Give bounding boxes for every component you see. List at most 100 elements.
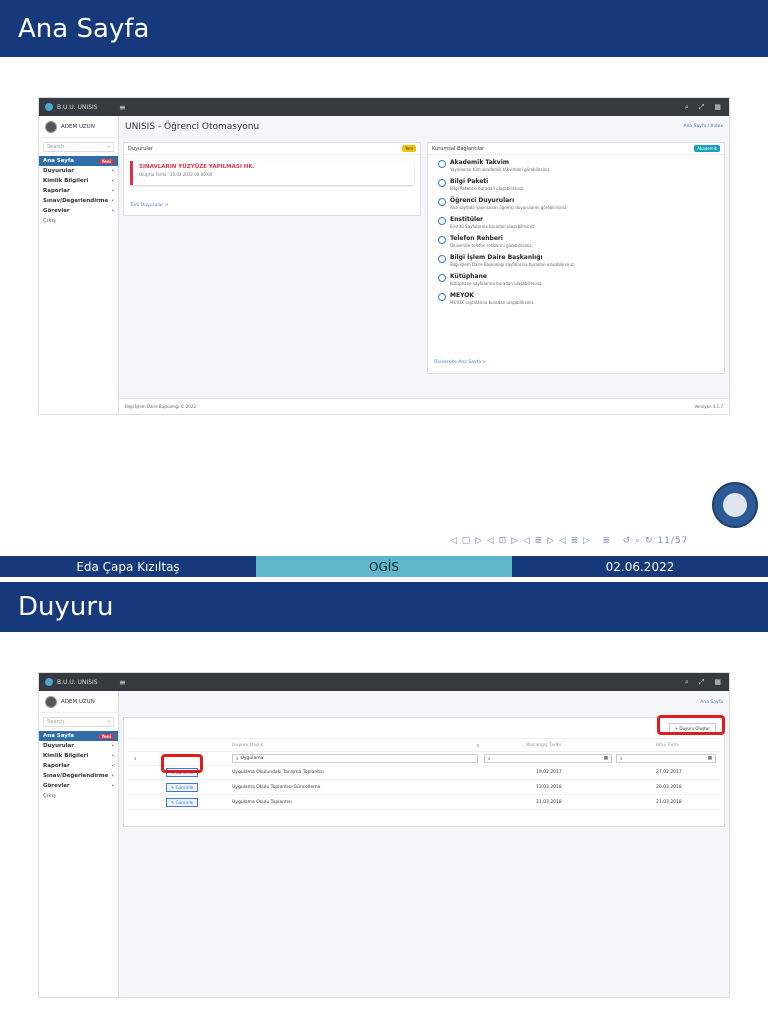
link-title: Telefon Rehberi	[450, 235, 503, 242]
top-navbar: B.U.U. UNISIS ≡ ⌕ ⤢ ▦	[39, 673, 729, 691]
search-icon[interactable]: ⌕	[685, 103, 689, 112]
corporate-link-item[interactable]: Bilgi İşlem Daire Başkanlığı Bilgi İşlem …	[428, 250, 724, 269]
brand[interactable]: B.U.U. UNISIS	[39, 678, 119, 686]
sidebar-item-logout[interactable]: Çıkış	[39, 216, 118, 226]
all-announcements-link[interactable]: Tüm Duyurular >	[130, 203, 168, 208]
chevron-icon: ‹	[111, 168, 114, 174]
announcement-title-cell: Uygulama Okulu Toplantısı	[232, 800, 292, 805]
sidebar-item-home[interactable]: Ana Sayfa Yeni	[39, 156, 118, 166]
corporate-link-item[interactable]: Öğrenci Duyuruları Ana sayfada yayınlanan…	[428, 193, 724, 212]
link-description: Yayınlanan tüm akademik takvimleri göreb…	[450, 167, 551, 172]
brand[interactable]: B.U.U. UNISIS	[39, 103, 119, 111]
circle-icon	[438, 217, 446, 225]
nav-label: Görevler	[43, 208, 70, 214]
end-date-cell: 20.03.2018	[656, 785, 682, 790]
breadcrumb[interactable]: Ana Sayfa / Index	[683, 124, 723, 129]
screenshot-home: B.U.U. UNISIS ≡ ⌕ ⤢ ▦ ADEM UZUN Search ⌕ An…	[38, 97, 730, 415]
calendar-icon[interactable]: ▦	[708, 756, 712, 761]
calendar-icon[interactable]: ▦	[604, 756, 608, 761]
link-title: Öğrenci Duyuruları	[450, 197, 515, 204]
sidebar-item-identity[interactable]: Kimlik Bilgileri ‹	[39, 176, 118, 186]
hamburger-icon[interactable]: ≡	[119, 678, 139, 687]
corporate-link-item[interactable]: Telefon Rehberi Üniversite telefon rehber…	[428, 231, 724, 250]
edit-button[interactable]: ✎ Güncelle	[166, 783, 199, 792]
circle-icon	[438, 293, 446, 301]
brand-label: B.U.U. UNISIS	[57, 103, 98, 111]
hamburger-icon[interactable]: ≡	[119, 103, 139, 112]
user-panel[interactable]: ADEM UZUN	[39, 116, 118, 138]
corporate-link-item[interactable]: MEYOK MEYOK sayfalarına buradan ulaşabili…	[428, 288, 724, 307]
sidebar-item-exams[interactable]: Sınav/Değerlendirme ‹	[39, 196, 118, 206]
sort-icon[interactable]: ⇅	[476, 743, 479, 748]
announcement-title: SINAVLARIN YÜZYÜZE YAPILMASI HK.	[139, 164, 255, 170]
logo-icon	[45, 678, 53, 686]
sidebar-item-exams[interactable]: Sınav/Değerlendirme ‹	[39, 771, 118, 781]
links-card: Kurumsal Bağlantılar Akademik Akademik Ta…	[427, 142, 725, 374]
university-home-link[interactable]: Üniversite Ana Sayfa >	[434, 360, 486, 365]
chevron-icon: ‹	[111, 763, 114, 769]
user-panel[interactable]: ADEM UZUN	[39, 691, 118, 713]
column-header[interactable]: Duyuru Başlık	[232, 743, 263, 748]
title-filter-input[interactable]: ⌕ Uygulama	[232, 754, 478, 763]
grid-icon[interactable]: ▦	[714, 678, 721, 687]
corporate-link-item[interactable]: Akademik Takvim Yayınlanan tüm akademik t…	[428, 155, 724, 174]
sidebar-item-reports[interactable]: Raporlar ‹	[39, 761, 118, 771]
fullscreen-icon[interactable]: ⤢	[699, 103, 705, 112]
circle-icon	[438, 198, 446, 206]
new-badge: Yeni	[98, 158, 114, 164]
sidebar-item-announcements[interactable]: Duyurular ‹	[39, 741, 118, 751]
corporate-link-item[interactable]: Bilgi Paketi Bilgi Paketine buradan ulaşa…	[428, 174, 724, 193]
breadcrumb[interactable]: Ana Sayfa	[700, 700, 723, 705]
sidebar-item-announcements[interactable]: Duyurular ‹	[39, 166, 118, 176]
table-row: ✎ Güncelle Uygulama Okulu Toplantısı 11.03…	[128, 796, 720, 810]
corporate-link-item[interactable]: Kütüphane Kütüphane sayfalarına buradan u…	[428, 269, 724, 288]
nav-label: Duyurular	[43, 168, 74, 174]
link-title: Bilgi İşlem Daire Başkanlığı	[450, 254, 543, 261]
brand-label: B.U.U. UNISIS	[57, 678, 98, 686]
sidebar: ADEM UZUN Search ⌕ Ana Sayfa Yeni Duyurula…	[39, 691, 119, 997]
announcement-item[interactable]: SINAVLARIN YÜZYÜZE YAPILMASI HK. Oluşma …	[130, 161, 414, 185]
sidebar-item-reports[interactable]: Raporlar ‹	[39, 186, 118, 196]
search-icon: ⌕	[107, 719, 110, 725]
filter-row: ⌕ ⌕ Uygulama ⌕ ▦ ⌕ ▦	[128, 752, 720, 766]
chevron-icon: ‹	[111, 188, 114, 194]
corporate-link-item[interactable]: Enstitüler Enstitü Sayfalarına buradan ul…	[428, 212, 724, 231]
nav-label: Kimlik Bilgileri	[43, 178, 89, 184]
chevron-icon: ‹	[111, 208, 114, 214]
slide2-title: Duyuru	[0, 582, 768, 632]
column-header[interactable]: Başlangıç Tarihi	[526, 743, 561, 748]
link-description: MEYOK sayfalarına buradan ulaşabilirsini…	[450, 300, 535, 305]
footer-date: 02.06.2022	[512, 556, 768, 577]
page-number: 11/57	[657, 536, 689, 546]
search-icon[interactable]: ⌕	[685, 678, 689, 687]
sidebar-item-tasks[interactable]: Görevler ‹	[39, 206, 118, 216]
circle-icon	[438, 255, 446, 263]
end-date-filter[interactable]: ⌕ ▦	[616, 754, 716, 763]
chevron-icon: ‹	[111, 743, 114, 749]
fullscreen-icon[interactable]: ⤢	[699, 678, 705, 687]
sidebar-item-logout[interactable]: Çıkış	[39, 791, 118, 801]
link-description: Kütüphane sayfalarına buradan ulaşabilir…	[450, 281, 543, 286]
search-placeholder: Search	[47, 719, 65, 725]
sidebar-item-home[interactable]: Ana Sayfa Yeni	[39, 731, 118, 741]
grid-icon[interactable]: ▦	[714, 103, 721, 112]
link-description: Bilgi Paketine buradan ulaşabilirsiniz.	[450, 186, 525, 191]
beamer-navigation-symbols[interactable]: ◁ ▢ ▷ ◁ ⊡ ▷ ◁ ≣ ▷ ◁ ≣ ▷ ≣ ↺ ⌕ ↻ 11/57	[450, 536, 688, 546]
nav-label: Ana Sayfa	[43, 733, 74, 739]
edit-button[interactable]: ✎ Güncelle	[166, 798, 199, 807]
sidebar-search-input[interactable]: Search ⌕	[43, 142, 114, 152]
sidebar-search-input[interactable]: Search ⌕	[43, 717, 114, 727]
sidebar-item-identity[interactable]: Kimlik Bilgileri ‹	[39, 751, 118, 761]
table-row: ✎ Güncelle Uygulama Okulundaki Tanışma To…	[128, 766, 720, 780]
sidebar-item-tasks[interactable]: Görevler ‹	[39, 781, 118, 791]
edit-label: Güncelle	[175, 785, 194, 790]
academic-badge: Akademik	[694, 145, 720, 152]
link-title: Bilgi Paketi	[450, 178, 489, 185]
column-header[interactable]: Bitiş Tarihi	[656, 743, 679, 748]
highlight-create-button	[657, 715, 725, 735]
start-date-filter[interactable]: ⌕ ▦	[484, 754, 612, 763]
end-date-cell: 27.02.2017	[656, 770, 682, 775]
edit-label: Güncelle	[175, 800, 194, 805]
search-placeholder: Search	[47, 144, 65, 150]
chevron-icon: ‹	[111, 773, 114, 779]
